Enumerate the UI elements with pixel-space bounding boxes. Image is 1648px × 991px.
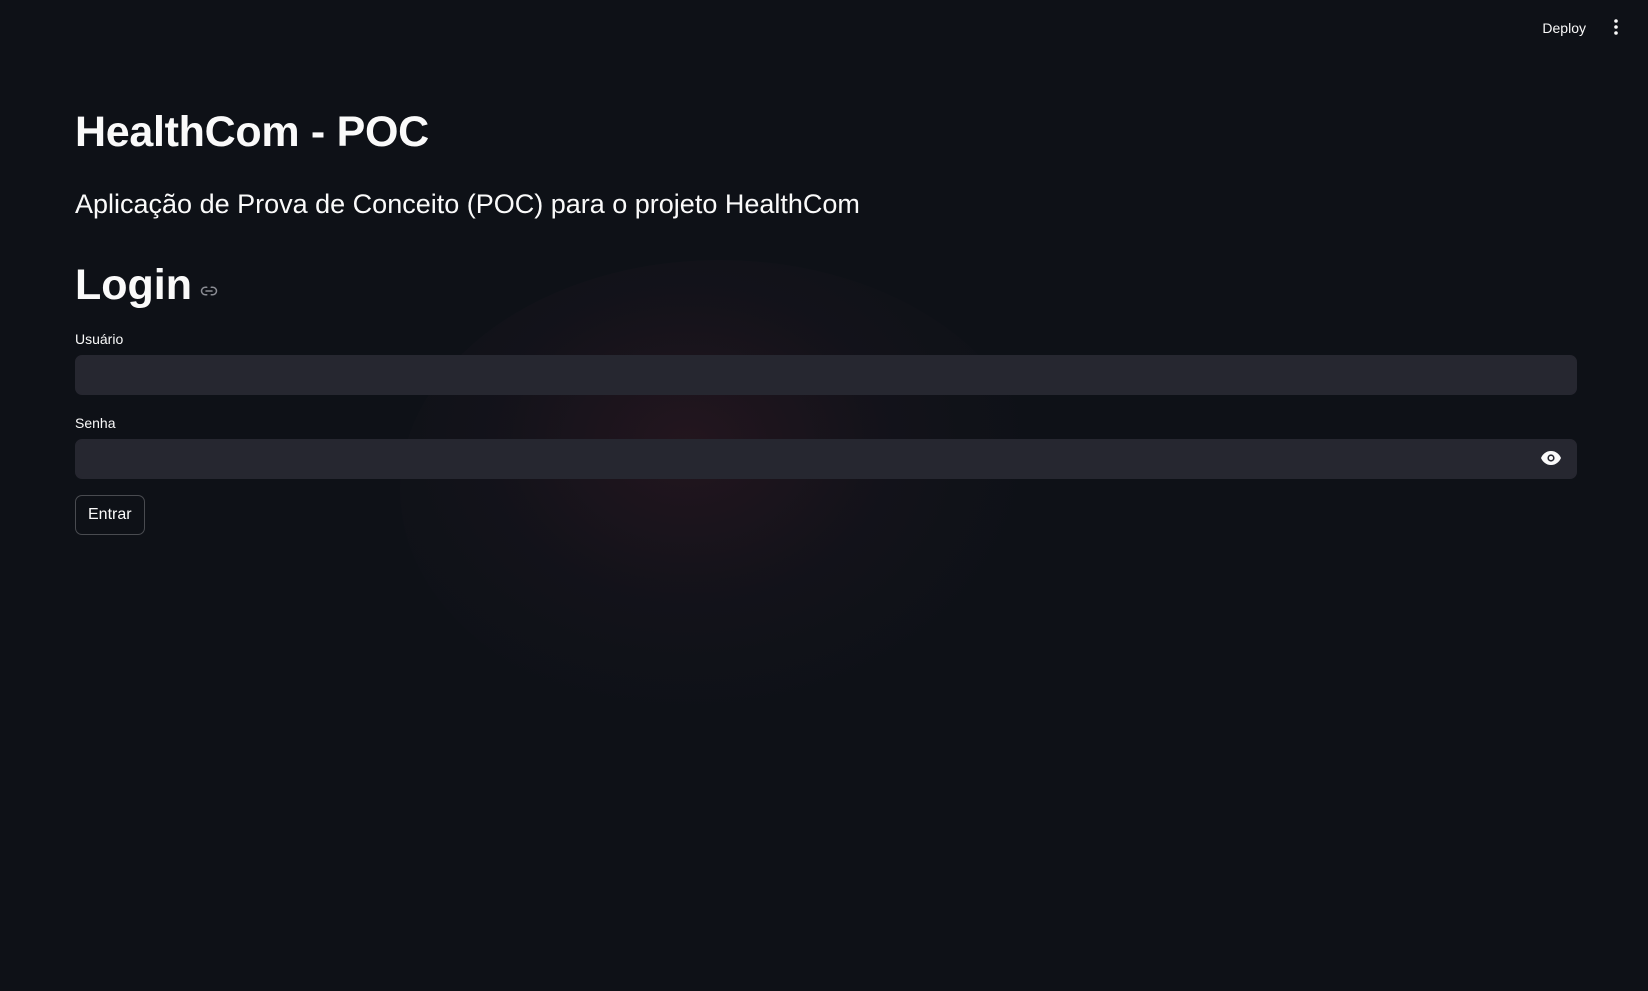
- main-menu-button[interactable]: [1602, 14, 1630, 42]
- login-heading-text: Login: [75, 261, 193, 309]
- top-toolbar: Deploy: [0, 0, 1648, 56]
- login-heading: Login: [75, 261, 218, 310]
- password-label: Senha: [75, 415, 116, 431]
- background-decoration: [400, 260, 1040, 720]
- link-icon[interactable]: [200, 282, 218, 300]
- login-submit-button[interactable]: Entrar: [75, 495, 145, 535]
- vertical-ellipsis-icon: [1614, 18, 1618, 38]
- app-root: Deploy HealthCom - POC Aplicação de Prov…: [0, 0, 1648, 991]
- password-input[interactable]: [75, 439, 1577, 479]
- username-input[interactable]: [75, 355, 1577, 395]
- username-label: Usuário: [75, 331, 124, 347]
- eye-icon: [1541, 450, 1561, 468]
- page-title: HealthCom - POC: [75, 108, 429, 156]
- page-subtitle: Aplicação de Prova de Conceito (POC) par…: [75, 189, 860, 219]
- show-password-button[interactable]: [1525, 439, 1577, 479]
- deploy-button[interactable]: Deploy: [1534, 14, 1594, 42]
